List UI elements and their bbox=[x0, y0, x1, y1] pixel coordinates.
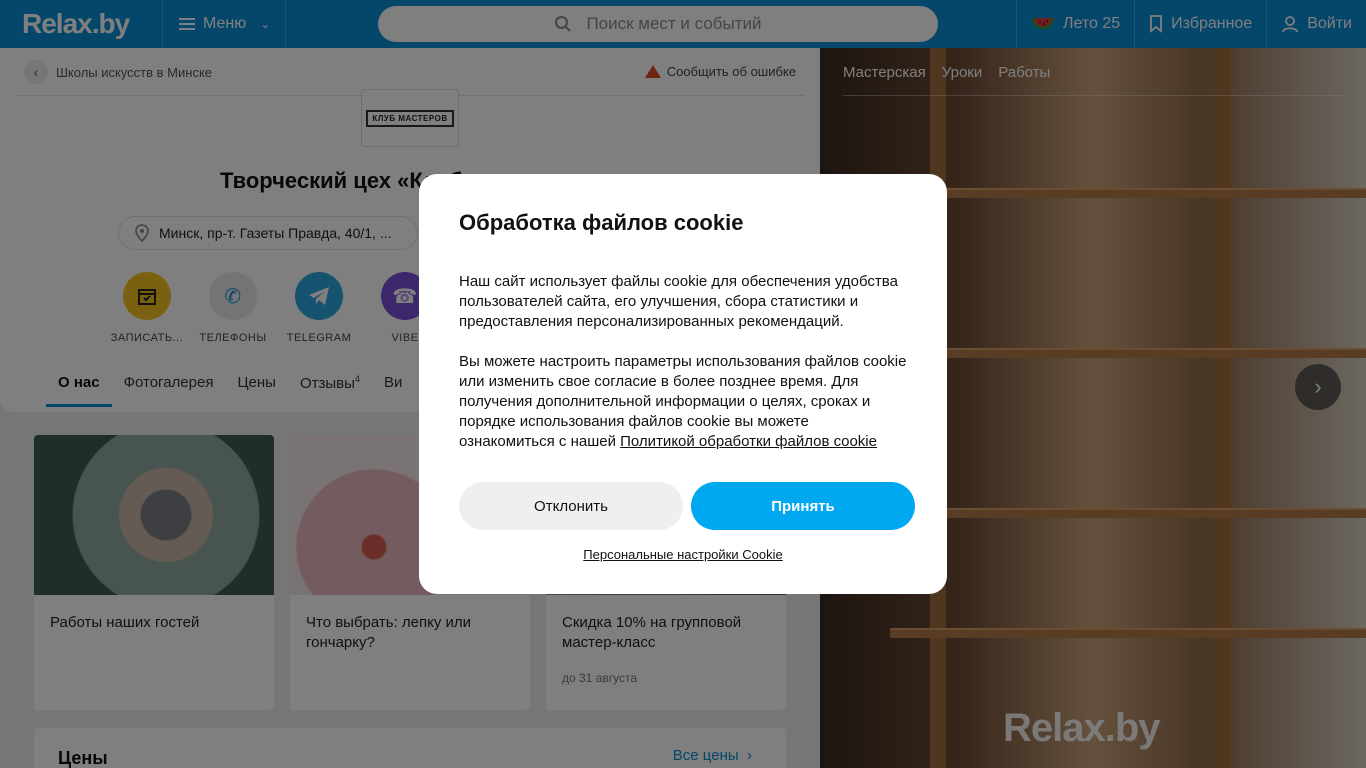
accept-button[interactable]: Принять bbox=[691, 482, 915, 530]
cookie-title: Обработка файлов cookie bbox=[459, 210, 744, 235]
cookie-policy-link[interactable]: Политикой обработки файлов cookie bbox=[620, 433, 877, 450]
cookie-settings-link[interactable]: Персональные настройки Cookie bbox=[419, 547, 947, 562]
decline-button[interactable]: Отклонить bbox=[459, 482, 683, 530]
cookie-buttons: Отклонить Принять bbox=[459, 482, 915, 530]
cookie-text-2: Вы можете настроить параметры использова… bbox=[459, 352, 907, 452]
cookie-text-1: Наш сайт использует файлы cookie для обе… bbox=[459, 273, 898, 330]
cookie-dialog: Обработка файлов cookie Наш сайт использ… bbox=[419, 174, 947, 594]
